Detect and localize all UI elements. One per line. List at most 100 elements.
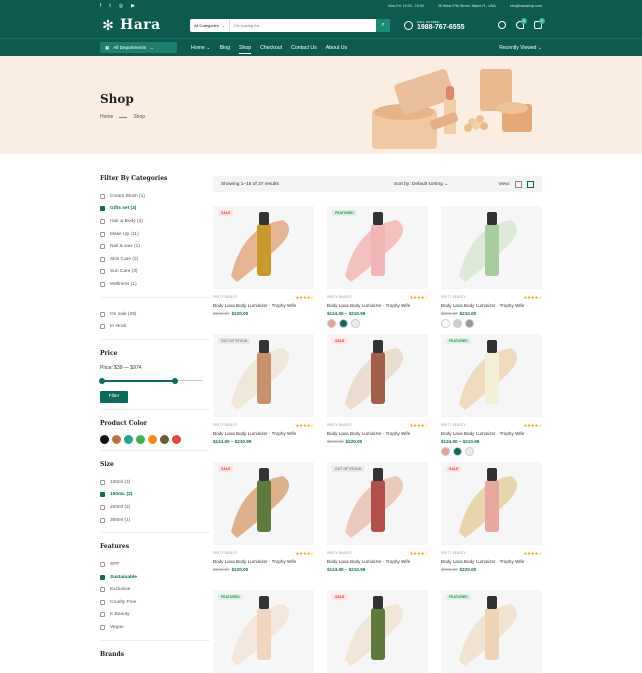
filter-option[interactable]: Gifts set (3) bbox=[100, 203, 210, 216]
checkbox[interactable] bbox=[100, 256, 105, 262]
search-button[interactable]: ⌕ bbox=[376, 18, 390, 32]
checkbox[interactable] bbox=[100, 218, 105, 224]
checkbox[interactable] bbox=[100, 231, 105, 237]
price-min-handle[interactable] bbox=[99, 377, 105, 384]
product-name[interactable]: Body Lava Body Luminizer - Trophy Wife bbox=[441, 431, 542, 436]
checkbox[interactable] bbox=[100, 324, 105, 330]
checkbox[interactable] bbox=[100, 612, 105, 618]
product-image[interactable]: FEATURED bbox=[441, 590, 542, 673]
product-card[interactable]: OUT OF STOCK PEKTY BEAUTY ★★★★☆ Body Lava B… bbox=[213, 334, 314, 444]
product-card[interactable]: PEKTY BEAUTY ★★★★☆ Body Lava Body Luminize… bbox=[441, 206, 542, 328]
checkbox[interactable] bbox=[100, 517, 105, 523]
product-name[interactable]: Body Lava Body Luminizer - Trophy Wife bbox=[327, 431, 428, 436]
nav-item[interactable]: About Us bbox=[326, 45, 347, 51]
product-card[interactable]: FEATURED bbox=[441, 590, 542, 673]
category-select[interactable]: All Categories ⌄ bbox=[190, 18, 231, 32]
filter-option[interactable]: Hair & Body (3) bbox=[100, 215, 210, 228]
user-icon[interactable] bbox=[498, 21, 506, 29]
product-name[interactable]: Body Lava Body Luminizer - Trophy Wife bbox=[213, 303, 314, 308]
color-swatch[interactable] bbox=[112, 434, 121, 444]
variant-swatch[interactable] bbox=[453, 447, 462, 456]
product-image[interactable]: SALE bbox=[327, 590, 428, 673]
color-swatch[interactable] bbox=[172, 434, 181, 444]
filter-option[interactable]: 100ml (3) bbox=[100, 476, 210, 489]
checkbox[interactable] bbox=[100, 281, 105, 287]
checkbox[interactable] bbox=[100, 244, 105, 250]
filter-option[interactable]: Exclusive bbox=[100, 584, 210, 597]
filter-option[interactable]: Vegan bbox=[100, 621, 210, 634]
product-card[interactable]: FEATURED PEKTY BEAUTY ★★★★☆ Body Lava Body … bbox=[327, 206, 428, 328]
checkbox[interactable] bbox=[100, 193, 105, 199]
email-link[interactable]: info@harashop.com bbox=[510, 4, 542, 8]
filter-button[interactable]: Filter bbox=[100, 390, 128, 403]
variant-swatch[interactable] bbox=[327, 319, 336, 328]
product-image[interactable]: FEATURED bbox=[441, 334, 542, 417]
filter-option[interactable]: 150mL (3) bbox=[100, 489, 210, 502]
instagram-icon[interactable]: ◎ bbox=[119, 3, 123, 9]
variant-swatch[interactable] bbox=[441, 319, 450, 328]
product-image[interactable]: SALE bbox=[441, 462, 542, 545]
checkbox[interactable] bbox=[100, 574, 105, 580]
recently-viewed-button[interactable]: Recently Viewed ⌄ bbox=[499, 45, 542, 51]
filter-option[interactable]: Sustainable bbox=[100, 571, 210, 584]
checkbox[interactable] bbox=[100, 206, 105, 212]
product-card[interactable]: FEATURED bbox=[213, 590, 314, 673]
checkbox[interactable] bbox=[100, 504, 105, 510]
youtube-icon[interactable]: ▶ bbox=[131, 3, 135, 9]
filter-option[interactable]: Cream Blush (1) bbox=[100, 190, 210, 203]
product-image[interactable]: SALE bbox=[213, 462, 314, 545]
product-image[interactable]: OUT OF STOCK bbox=[213, 334, 314, 417]
variant-swatch[interactable] bbox=[465, 319, 474, 328]
product-card[interactable]: SALE PEKTY BEAUTY ★★★★☆ Body Lava Body Lumi… bbox=[441, 462, 542, 572]
nav-item[interactable]: Blog bbox=[220, 45, 230, 51]
checkbox[interactable] bbox=[100, 269, 105, 275]
price-max-handle[interactable] bbox=[172, 377, 179, 384]
logo[interactable]: ✻ Hara bbox=[100, 17, 190, 33]
variant-swatch[interactable] bbox=[453, 319, 462, 328]
filter-option[interactable]: In stock bbox=[100, 320, 210, 333]
color-swatch[interactable] bbox=[124, 434, 133, 444]
product-image[interactable] bbox=[441, 206, 542, 289]
checkbox[interactable] bbox=[100, 587, 105, 593]
product-name[interactable]: Body Lava Body Luminizer - Trophy Wife bbox=[213, 559, 314, 564]
twitter-icon[interactable]: t bbox=[109, 3, 110, 9]
product-card[interactable]: SALE PEKTY BEAUTY ★★★★☆ Body Lava Body Lumi… bbox=[327, 334, 428, 444]
sort-select[interactable]: Sort by: Default sorting ⌄ bbox=[394, 182, 448, 187]
checkbox[interactable] bbox=[100, 562, 105, 568]
nav-item[interactable]: Home ⌄ bbox=[191, 45, 211, 51]
phone-number[interactable]: 1988-767-6555 bbox=[417, 24, 465, 31]
filter-option[interactable]: Cruelty Free bbox=[100, 596, 210, 609]
product-name[interactable]: Body Lava Body Luminizer - Trophy Wife bbox=[327, 303, 428, 308]
filter-option[interactable]: 200ml (2) bbox=[100, 501, 210, 514]
facebook-icon[interactable]: f bbox=[100, 3, 101, 9]
heart-icon[interactable]: 0 bbox=[516, 18, 527, 29]
nav-item[interactable]: Shop bbox=[239, 45, 252, 54]
price-slider[interactable] bbox=[99, 377, 210, 384]
filter-option[interactable]: Wellness (1) bbox=[100, 278, 210, 291]
product-card[interactable]: FEATURED PEKTY BEAUTY ★★★★☆ Body Lava Body … bbox=[441, 334, 542, 456]
product-image[interactable]: SALE bbox=[327, 334, 428, 417]
variant-swatch[interactable] bbox=[441, 447, 450, 456]
filter-option[interactable]: 300ml (1) bbox=[100, 514, 210, 527]
color-swatch[interactable] bbox=[100, 434, 109, 444]
breadcrumb-home[interactable]: Home bbox=[100, 114, 113, 120]
product-card[interactable]: SALE PEKTY BEAUTY ★★★★☆ Body Lava Body Lumi… bbox=[213, 206, 314, 316]
nav-item[interactable]: Contact Us bbox=[291, 45, 317, 51]
all-departments-button[interactable]: ▦ All Departments ⌄ bbox=[100, 42, 177, 53]
product-card[interactable]: SALE PEKTY BEAUTY ★★★★☆ Body Lava Body Lumi… bbox=[213, 462, 314, 572]
list-view-icon[interactable] bbox=[515, 180, 522, 188]
variant-swatch[interactable] bbox=[339, 319, 348, 328]
grid-view-icon[interactable] bbox=[527, 180, 534, 188]
checkbox[interactable] bbox=[100, 311, 105, 317]
filter-option[interactable]: On sale (29) bbox=[100, 308, 210, 321]
checkbox[interactable] bbox=[100, 479, 105, 485]
filter-option[interactable]: Make Up (11) bbox=[100, 228, 210, 241]
filter-option[interactable]: Sun Care (3) bbox=[100, 266, 210, 279]
product-image[interactable]: FEATURED bbox=[213, 590, 314, 673]
variant-swatch[interactable] bbox=[351, 319, 360, 328]
product-name[interactable]: Body Lava Body Luminizer - Trophy Wife bbox=[441, 303, 542, 308]
product-image[interactable]: OUT OF STOCK bbox=[327, 462, 428, 545]
color-swatch[interactable] bbox=[148, 434, 157, 444]
product-image[interactable]: FEATURED bbox=[327, 206, 428, 289]
product-image[interactable]: SALE bbox=[213, 206, 314, 289]
